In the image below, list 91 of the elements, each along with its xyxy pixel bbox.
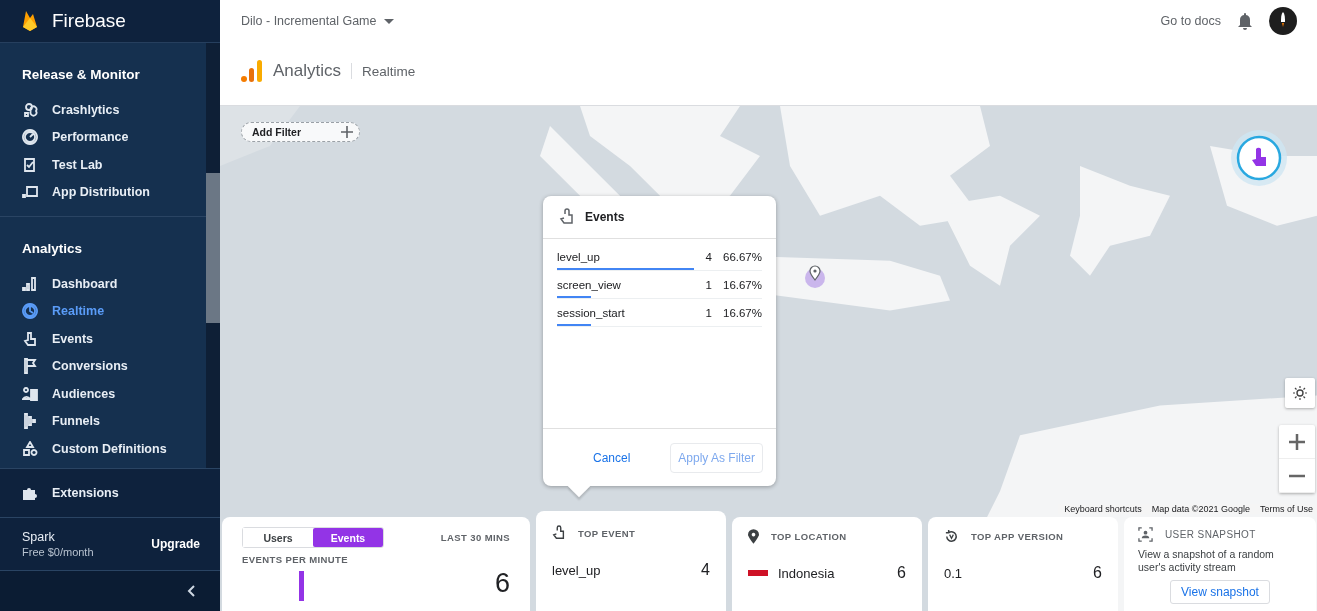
card-value-count: 4 [701,561,710,579]
nav-item[interactable]: Crashlytics [0,96,206,124]
bell-icon[interactable] [1237,12,1253,30]
event-count: 1 [704,307,712,319]
plan-name: Spark [22,530,56,544]
caret-icon [384,18,395,24]
location-pin-icon [748,529,759,544]
toggle-tab[interactable]: Events [313,528,383,547]
brand-name: Firebase [52,10,126,32]
nav-item[interactable]: Custom Definitions [0,435,206,463]
upgrade-button[interactable]: Upgrade [151,533,200,555]
event-name: session_start [557,307,626,319]
total-count: 6 [494,568,510,599]
plus-icon [341,126,353,138]
touch-icon [559,208,575,226]
flame-logo-icon [22,10,38,32]
flag-icon [22,358,38,375]
puzzle-icon [22,485,38,501]
top-location-card[interactable]: TOP LOCATION Indonesia 6 [732,517,922,611]
card-value-name: Indonesia [778,565,836,581]
card-value-name: 0.1 [944,565,964,581]
funnel-icon [22,413,38,430]
card-title: TOP EVENT [578,527,636,539]
nav-item[interactable]: Dashboard [0,270,206,298]
clipboard-check-icon [22,156,38,173]
section-title: Analytics [21,240,84,258]
add-filter-button[interactable]: Add Filter [241,122,360,142]
card-title: TOP LOCATION [771,531,847,542]
event-count: 1 [704,279,712,291]
shapes-icon [22,440,38,457]
card-value-count: 6 [897,564,906,582]
snapshot-description: View a snapshot of a random user's activity stream [1138,548,1275,575]
bar-chart-icon [22,275,38,292]
project-selector[interactable]: Dilo - Incremental Game [241,14,395,28]
plus-icon [1289,433,1305,450]
nav-item[interactable]: Extensions [0,468,220,517]
map-attribution[interactable]: Map data ©2021 Google [1151,504,1250,514]
nav-item[interactable]: App Distribution [0,178,206,206]
period-label: LAST 30 MINS [440,532,510,543]
page-title: Realtime [362,63,416,79]
nav-item[interactable]: Funnels [0,407,206,435]
scrollbar-thumb[interactable] [206,173,220,323]
nav-item[interactable]: Test Lab [0,151,206,179]
event-share: 16.67% [722,307,762,319]
cancel-button[interactable]: Cancel [587,449,637,466]
event-count: 4 [704,251,712,263]
popup-title: Events [585,210,625,224]
gauge-icon [22,129,38,146]
touch-marker-icon [1230,129,1288,187]
history-icon [944,529,959,544]
scrollbar[interactable] [206,43,220,468]
section-title: Release & Monitor [21,66,141,84]
card-title: USER SNAPSHOT [1165,529,1256,540]
collapse-chevron-icon[interactable] [187,585,195,597]
product-title: Analytics [273,61,342,81]
minus-icon [1289,473,1305,478]
nav-item[interactable]: Conversions [0,352,206,380]
people-icon [22,385,38,402]
event-share: 16.67% [722,279,762,291]
top-event-card[interactable]: TOP EVENT level_up 4 [536,511,726,611]
person-frame-icon [1138,527,1153,542]
top-app-version-card[interactable]: TOP APP VERSION 0.1 6 [928,517,1118,611]
analytics-logo-icon [241,59,263,83]
sun-icon [1293,386,1307,400]
nav-item[interactable]: Audiences [0,380,206,408]
map-attribution[interactable]: Keyboard shortcuts [1064,504,1142,514]
screen-icon [22,184,38,201]
chart-title: EVENTS PER MINUTE [242,554,349,565]
event-row[interactable]: session_start 1 16.67% [557,299,762,327]
map-attribution[interactable]: Terms of Use [1260,504,1313,514]
nav-item[interactable]: Events [0,325,206,353]
touch-icon [552,525,566,541]
docs-link[interactable]: Go to docs [1160,14,1221,28]
event-share: 66.67% [722,251,762,263]
event-row[interactable]: level_up 4 66.67% [557,243,762,271]
avatar-icon[interactable] [1269,7,1297,35]
nav-item[interactable]: Realtime [0,297,206,325]
flag-icon [748,570,768,576]
plan-price: Free $0/month [22,546,94,558]
event-name: screen_view [557,279,622,291]
brightness-button[interactable] [1285,378,1315,408]
sparkline [299,571,304,601]
nav-item[interactable]: Performance [0,123,206,151]
view-snapshot-button[interactable]: View snapshot [1170,580,1270,605]
touch-icon [22,330,38,347]
event-name: level_up [557,251,601,263]
event-row[interactable]: screen_view 1 16.67% [557,271,762,299]
card-value-count: 6 [1093,564,1102,582]
card-value-name: level_up [552,562,602,578]
card-title: TOP APP VERSION [971,531,1064,542]
clock-icon [22,303,38,320]
